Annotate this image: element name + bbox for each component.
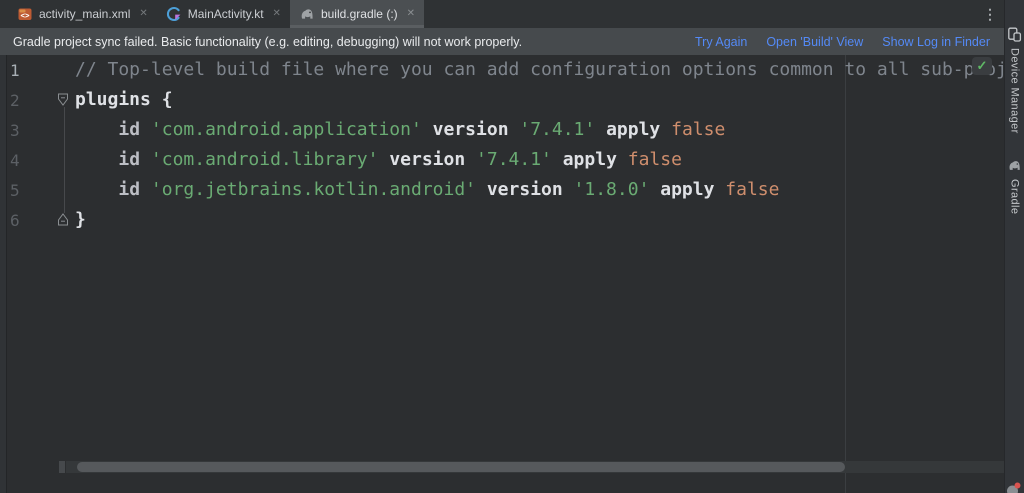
code-line[interactable]: 2 plugins { [0,85,1004,115]
editor-tab-bar: <> activity_main.xml ✕ MainActivity.kt ✕ [0,0,1004,28]
code-text[interactable]: id 'com.android.application' version '7.… [75,115,725,145]
line-number: 4 [10,151,50,170]
android-studio-window: <> activity_main.xml ✕ MainActivity.kt ✕ [0,0,1024,493]
code-text[interactable]: plugins { [75,85,173,115]
horizontal-scrollbar[interactable] [66,461,1004,473]
code-line[interactable]: 4 id 'com.android.library' version '7.4.… [0,145,1004,175]
layout-xml-file-icon: <> [17,6,33,22]
show-log-in-finder-link[interactable]: Show Log in Finder [882,35,990,49]
editor-column: <> activity_main.xml ✕ MainActivity.kt ✕ [0,0,1004,493]
fold-gutter [50,175,75,205]
code-line[interactable]: 3 id 'com.android.application' version '… [0,115,1004,145]
close-icon[interactable]: ✕ [407,9,415,19]
code-text[interactable]: id 'com.android.library' version '7.4.1'… [75,145,682,175]
horizontal-scrollbar-thumb[interactable] [77,462,845,472]
code-line[interactable]: 5 id 'org.jetbrains.kotlin.android' vers… [0,175,1004,205]
code-text[interactable]: // Top-level build file where you can ad… [75,55,1004,85]
tab-mainactivity-kt[interactable]: MainActivity.kt ✕ [157,0,290,28]
close-icon[interactable]: ✕ [273,9,281,19]
inspections-ok-widget[interactable]: ✓ [972,57,992,75]
line-number: 6 [10,211,50,230]
fold-gutter [50,55,75,85]
code-text[interactable]: } [75,205,86,235]
right-tool-window-bar: Device Manager Gradle [1004,0,1024,493]
line-number: 1 [10,61,50,80]
banner-message: Gradle project sync failed. Basic functi… [13,35,522,49]
close-icon[interactable]: ✕ [139,9,147,19]
tab-overflow-menu-icon[interactable]: ⋮ [983,0,997,28]
tab-activity-main-xml[interactable]: <> activity_main.xml ✕ [8,0,157,28]
tool-label-gradle: Gradle [1009,179,1021,214]
fold-collapse-end-icon[interactable] [57,213,69,231]
fold-gutter [50,205,75,235]
tool-label-device-manager: Device Manager [1009,48,1021,134]
device-manager-icon [1007,27,1022,42]
fold-gutter [50,145,75,175]
code-lines: 1 // Top-level build file where you can a… [0,55,1004,235]
code-line[interactable]: 1 // Top-level build file where you can a… [0,55,1004,85]
fold-gutter [50,85,75,115]
fold-region-line [64,107,65,213]
gradle-sync-banner: Gradle project sync failed. Basic functi… [0,28,1004,55]
tab-label: activity_main.xml [39,7,130,21]
gradle-file-icon [299,6,315,22]
try-again-link[interactable]: Try Again [695,35,747,49]
svg-text:<>: <> [20,11,30,20]
tool-button-device-manager[interactable]: Device Manager [1007,27,1022,134]
open-build-view-link[interactable]: Open 'Build' View [766,35,863,49]
line-number: 2 [10,91,50,110]
tab-label: build.gradle (:) [321,7,398,21]
code-text[interactable]: id 'org.jetbrains.kotlin.android' versio… [75,175,779,205]
line-number: 3 [10,121,50,140]
scrollbar-divider [59,461,65,473]
notifications-icon[interactable] [1005,480,1022,493]
line-number: 5 [10,181,50,200]
tool-button-gradle[interactable]: Gradle [1007,158,1022,214]
tab-label: MainActivity.kt [188,7,264,21]
gradle-icon [1007,158,1022,173]
fold-gutter [50,115,75,145]
code-line[interactable]: 6} [0,205,1004,235]
kotlin-file-icon [166,6,182,22]
fold-collapse-icon[interactable] [57,93,69,111]
tab-build-gradle[interactable]: build.gradle (:) ✕ [290,0,424,28]
code-editor[interactable]: 1 // Top-level build file where you can a… [0,55,1004,493]
check-icon: ✓ [977,58,988,74]
